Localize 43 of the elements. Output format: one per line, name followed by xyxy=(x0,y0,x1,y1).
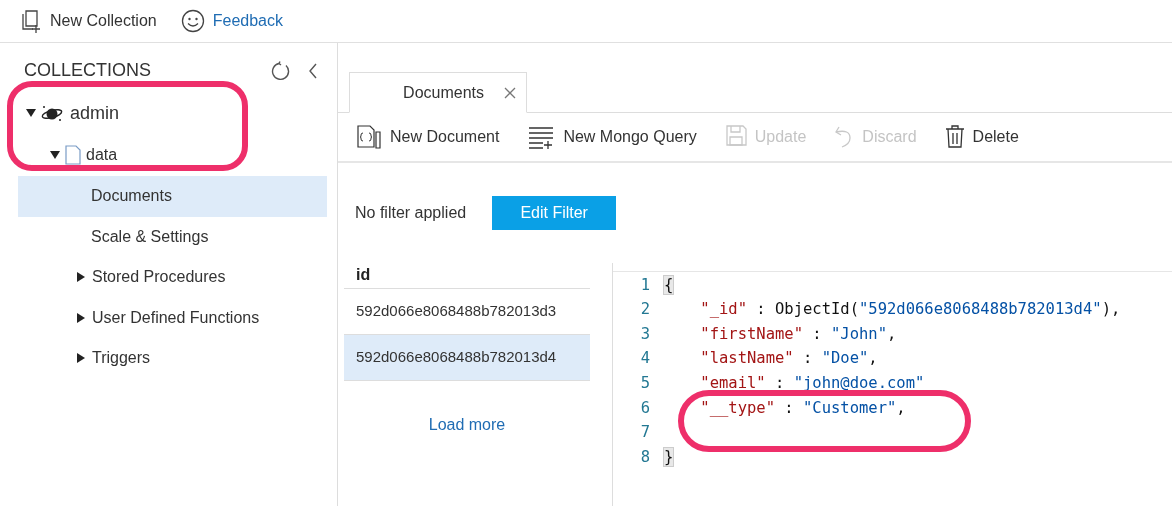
trash-icon xyxy=(944,124,965,150)
code-line: "__type" : "Customer", xyxy=(699,397,906,419)
code-line: "lastName" : "Doe", xyxy=(699,348,878,370)
line-number: 2 xyxy=(639,299,651,321)
code-line: "firstName" : "John", xyxy=(699,323,897,345)
sidebar-title: COLLECTIONS xyxy=(24,59,152,82)
documents-tab[interactable]: Documents xyxy=(349,72,527,113)
load-more-link[interactable]: Load more xyxy=(428,413,506,437)
tree-item[interactable]: Documents xyxy=(18,176,327,217)
collection-tree-item[interactable]: data xyxy=(18,134,327,176)
line-number: 4 xyxy=(639,348,651,370)
close-icon xyxy=(504,86,516,99)
new-query-button[interactable]: New Mongo Query xyxy=(527,124,697,150)
line-number: 1 xyxy=(639,274,651,296)
expand-arrow-icon xyxy=(76,312,86,323)
database-tree-item[interactable]: admin xyxy=(18,92,327,134)
tree-item[interactable]: Stored Procedures xyxy=(18,257,327,298)
new-collection-button[interactable]: New Collection xyxy=(20,9,157,33)
line-number: 3 xyxy=(639,323,651,345)
new-collection-icon xyxy=(20,9,42,33)
filter-status: No filter applied xyxy=(355,202,467,223)
line-number: 8 xyxy=(639,446,651,468)
expand-arrow-icon xyxy=(76,353,86,364)
code-line: "_id" : ObjectId("592d066e8068488b782013d4"), xyxy=(699,299,1121,321)
feedback-button[interactable]: Feedback xyxy=(180,9,283,33)
smiley-icon xyxy=(180,9,205,33)
planet-icon xyxy=(40,103,64,123)
refresh-icon xyxy=(271,60,291,81)
line-number: 5 xyxy=(639,373,651,395)
line-number: 7 xyxy=(639,422,651,444)
query-list-icon xyxy=(527,124,556,150)
document-icon xyxy=(356,124,382,150)
tree-item[interactable]: Scale & Settings xyxy=(18,216,327,257)
new-document-button[interactable]: New Document xyxy=(356,124,500,150)
line-number: 6 xyxy=(639,397,651,419)
document-icon xyxy=(64,144,82,166)
tree-item[interactable]: Triggers xyxy=(18,338,327,379)
id-list-row[interactable]: 592d066e8068488b782013d4 xyxy=(344,335,590,381)
expand-arrow-icon xyxy=(76,272,86,283)
tree-item[interactable]: User Defined Functions xyxy=(18,297,327,338)
column-header: id xyxy=(344,263,590,289)
delete-button[interactable]: Delete xyxy=(944,124,1019,150)
code-line: "email" : "john@doe.com" xyxy=(699,373,925,395)
